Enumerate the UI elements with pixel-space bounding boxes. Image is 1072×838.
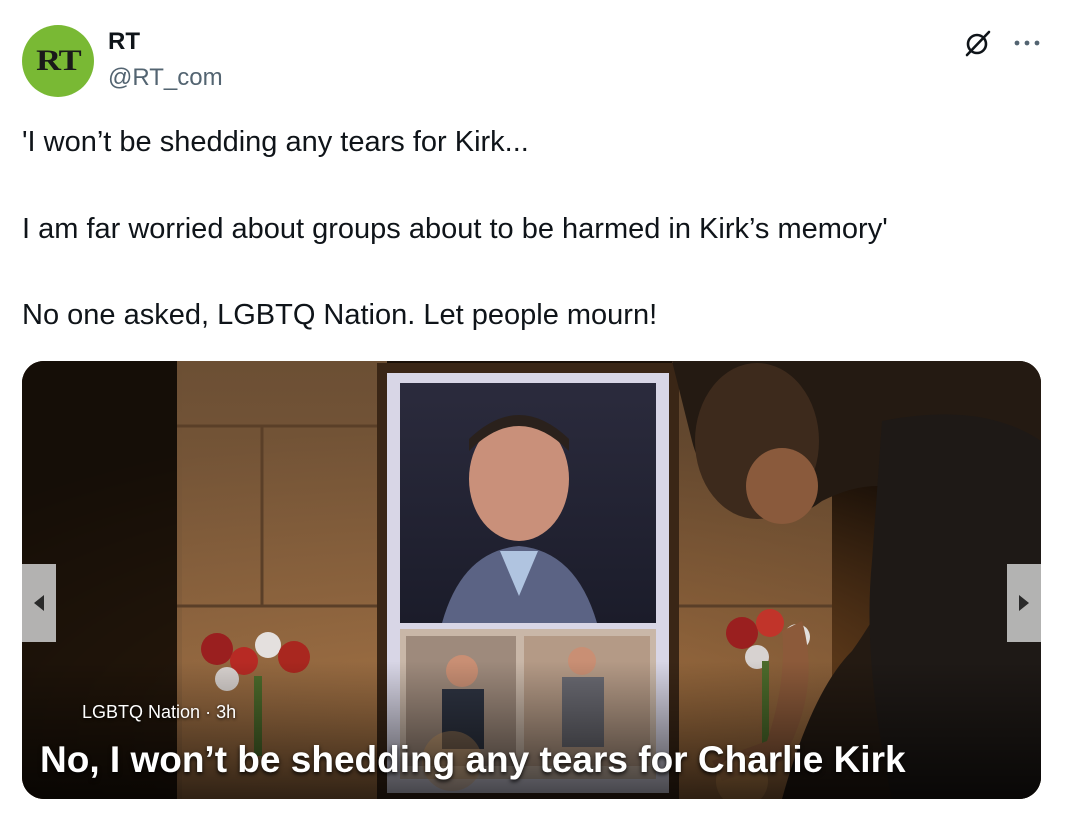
more-icon-glyph (1014, 40, 1040, 46)
tweet-text-line-2: I am far worried about groups about to b… (22, 213, 888, 245)
media-age: 3h (216, 702, 237, 722)
grok-icon[interactable] (960, 26, 994, 60)
chevron-right-icon (1019, 595, 1029, 611)
media-next-button[interactable] (1007, 564, 1041, 642)
author-handle[interactable]: @RT_com (108, 64, 223, 92)
media-source-line: LGBTQ Nation · 3h (82, 702, 236, 723)
memorial-photo (22, 361, 1041, 799)
avatar-logo-text: RT (35, 44, 82, 77)
media-headline[interactable]: No, I won’t be shedding any tears for Ch… (40, 739, 906, 781)
grok-icon-glyph (965, 30, 991, 57)
media-source: LGBTQ Nation (82, 702, 201, 722)
more-icon[interactable] (1010, 26, 1044, 60)
media-prev-button[interactable] (22, 564, 56, 642)
media-card[interactable]: LGBTQ Nation · 3h No, I won’t be sheddin… (22, 361, 1041, 799)
author-display-name[interactable]: RT (108, 28, 140, 56)
tweet-text-line-1: 'I won’t be shedding any tears for Kirk.… (22, 126, 529, 158)
source-separator: · (205, 702, 217, 722)
tweet-text-line-3: No one asked, LGBTQ Nation. Let people m… (22, 299, 658, 331)
chevron-left-icon (34, 595, 44, 611)
avatar[interactable]: RT (22, 25, 94, 97)
